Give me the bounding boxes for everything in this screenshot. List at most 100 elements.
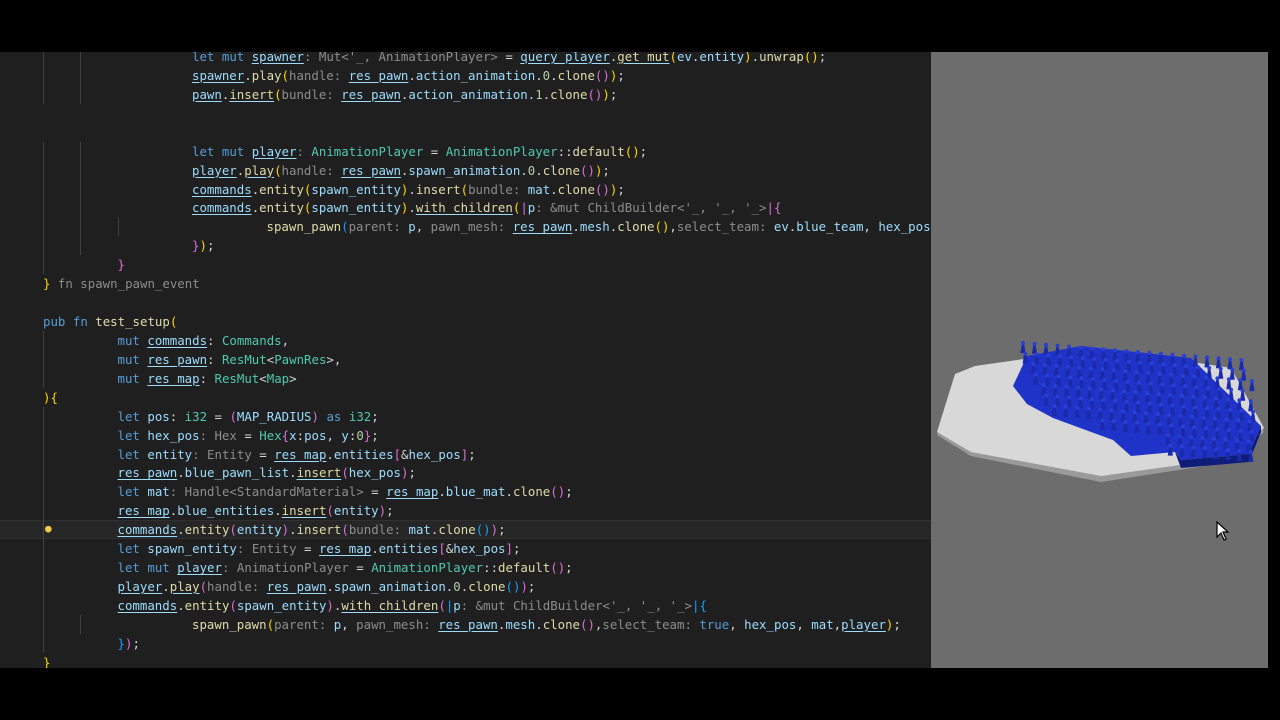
indent-guide	[80, 65, 82, 85]
code-line[interactable]: spawner.play(handle: res_pawn.action_ani…	[0, 65, 931, 85]
code-line[interactable]: let mut player: AnimationPlayer = Animat…	[0, 558, 931, 578]
code-line[interactable]: let mat: Handle<StandardMaterial> = res_…	[0, 482, 931, 502]
pawn-head	[1046, 353, 1051, 358]
pawn-head	[1207, 365, 1212, 370]
code-token: let	[192, 52, 215, 64]
code-token: let	[117, 427, 140, 443]
code-token: i32	[348, 408, 372, 424]
code-token: Handle<StandardMaterial>	[184, 484, 364, 500]
pawn-head	[1179, 393, 1184, 398]
code-token: >	[289, 370, 297, 386]
code-token: clone	[512, 484, 551, 500]
code-token: =	[296, 541, 319, 557]
code-token: ;	[206, 238, 215, 254]
code-token: clone	[542, 162, 581, 178]
code-token: 0	[453, 579, 461, 595]
code-line[interactable]: }	[0, 255, 931, 275]
code-token: AnimationPlayer	[236, 560, 349, 576]
code-token: ()	[654, 219, 670, 235]
code-token: =	[236, 427, 260, 443]
code-token: ,	[333, 351, 342, 367]
code-line[interactable]: pawn.insert(bundle: res_pawn.action_anim…	[0, 84, 931, 104]
pawn-head	[1145, 391, 1150, 396]
pawn-head	[1136, 400, 1140, 405]
code-line[interactable]: pub fn test_setup(	[0, 312, 931, 331]
indent-guide	[43, 614, 44, 634]
code-editor[interactable]: let mut spawner: Mut<'_, AnimationPlayer…	[0, 52, 931, 668]
code-line[interactable]	[0, 123, 931, 142]
code-token: :	[207, 332, 222, 348]
pawn-head	[1054, 363, 1059, 368]
indent-guide	[43, 444, 44, 464]
indent-guide	[80, 217, 82, 237]
code-token: player	[177, 560, 222, 576]
code-token: .	[408, 200, 416, 216]
code-token: |	[520, 200, 528, 216]
code-token: mat	[527, 181, 551, 197]
code-line[interactable]: mut res_pawn: ResMut<PawnRes>,	[0, 349, 931, 369]
code-line[interactable]: ){	[0, 388, 931, 407]
code-line[interactable]: res_pawn.blue_pawn_list.insert(hex_pos);	[0, 463, 931, 483]
code-line[interactable]: commands.entity(spawn_entity).with_child…	[0, 595, 931, 615]
pawn-head	[1249, 429, 1254, 434]
code-line[interactable]: player.play(handle: res_pawn.spawn_anima…	[0, 160, 931, 180]
code-token: mat	[811, 616, 834, 632]
code-line[interactable]: } fn spawn_pawn_event	[0, 274, 931, 293]
indent-guide	[80, 84, 82, 104]
code-line[interactable]	[0, 293, 931, 312]
code-line[interactable]: mut res_map: ResMut<Map>	[0, 368, 931, 388]
code-line[interactable]: });	[0, 633, 931, 653]
game-viewport[interactable]	[931, 52, 1268, 668]
code-token: : &mut ChildBuilder<'_, '_, '_>	[535, 200, 767, 216]
code-token: mat	[408, 522, 431, 538]
code-line[interactable]: let pos: i32 = (MAP_RADIUS) as i32;	[0, 406, 931, 426]
pawn-head	[1168, 443, 1173, 448]
code-token: ResMut	[214, 370, 260, 386]
code-token: 0	[356, 427, 364, 443]
pawn-head	[1056, 374, 1061, 379]
pawn-head	[1206, 386, 1211, 390]
code-line[interactable]: spawn_pawn(parent: p, pawn_mesh: res_paw…	[0, 217, 931, 237]
code-token: commands	[147, 332, 208, 348]
code-token: }	[43, 654, 51, 668]
code-token: (	[341, 219, 349, 235]
code-token: handle:	[207, 579, 267, 595]
code-text: commands.entity(entity).insert(bundle: m…	[118, 520, 506, 539]
code-token: .	[408, 67, 416, 83]
code-token: {	[50, 389, 58, 405]
code-token: ;	[386, 503, 394, 519]
lightbulb-icon[interactable]: ●	[45, 523, 54, 535]
code-line[interactable]: let hex_pos: Hex = Hex{x:pos, y:0};	[0, 425, 931, 445]
code-token: insert	[281, 503, 327, 519]
indent-guide	[43, 539, 44, 559]
code-token: play	[169, 579, 200, 595]
code-line[interactable]: let mut spawner: Mut<'_, AnimationPlayer…	[0, 52, 931, 66]
code-line[interactable]: }	[0, 653, 931, 668]
code-token: mut	[117, 351, 140, 367]
pawn-head	[1115, 358, 1120, 363]
code-token: blue_pawn_list	[184, 465, 290, 481]
pawn-head	[1078, 345, 1083, 350]
code-line[interactable]: let entity: Entity = res_map.entities[&h…	[0, 444, 931, 464]
code-line[interactable]: res_map.blue_entities.insert(entity);	[0, 501, 931, 521]
code-token: ;	[639, 143, 648, 159]
code-token: clone	[557, 67, 595, 83]
code-line[interactable]: let spawn_entity: Entity = res_map.entit…	[0, 539, 931, 559]
code-line[interactable]	[0, 104, 931, 123]
code-line[interactable]: player.play(handle: res_pawn.spawn_anima…	[0, 577, 931, 597]
pawn-head	[1225, 448, 1230, 453]
code-line[interactable]: });	[0, 236, 931, 256]
code-line[interactable]: let mut player: AnimationPlayer = Animat…	[0, 141, 931, 161]
pawn-head	[1170, 352, 1175, 357]
code-token: |	[766, 200, 774, 216]
code-line[interactable]: spawn_pawn(parent: p, pawn_mesh: res_paw…	[0, 614, 931, 634]
code-line[interactable]: commands.entity(spawn_entity).with_child…	[0, 198, 931, 218]
pawn-head	[1228, 407, 1232, 412]
code-line[interactable]: mut commands: Commands,	[0, 330, 931, 350]
code-token: ;	[371, 427, 379, 443]
code-token: res_pawn	[341, 162, 401, 178]
code-line[interactable]: commands.entity(spawn_entity).insert(bun…	[0, 179, 931, 199]
code-token: clone	[438, 522, 476, 538]
code-line[interactable]: ● commands.entity(entity).insert(bundle: …	[0, 520, 931, 540]
